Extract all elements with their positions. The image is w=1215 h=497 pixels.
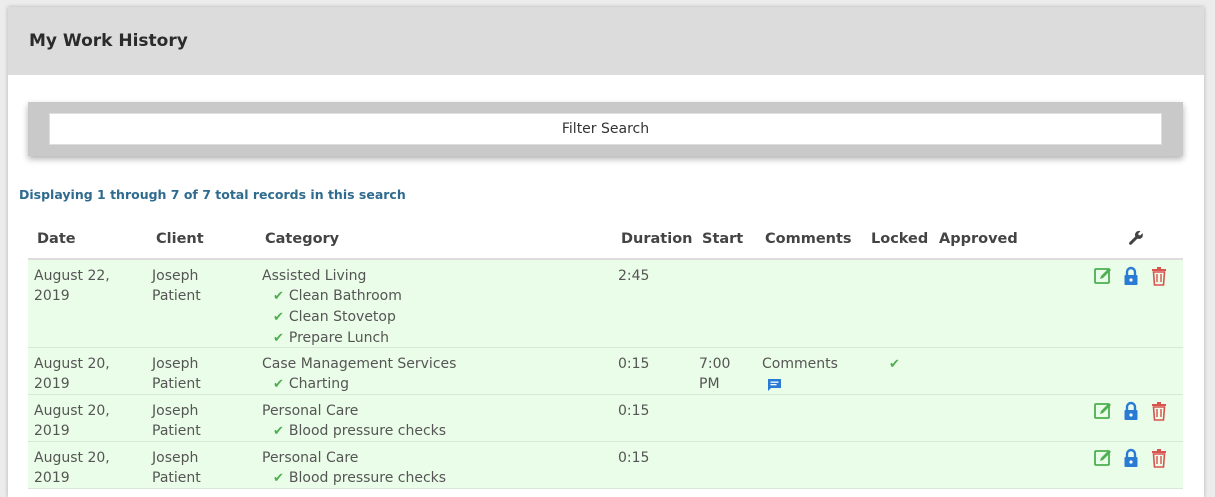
edit-icon[interactable] [1093,401,1113,425]
filter-bar: Filter Search [28,102,1183,156]
column-header-comments[interactable]: Comments [765,231,852,247]
duration-cell: 0:15 [618,403,650,419]
filter-search-button[interactable]: Filter Search [49,113,1162,145]
table-row: August 20, 2019 Joseph Patient Personal … [28,395,1183,442]
table-row: August 22, 2019 Joseph Patient Assisted … [28,260,1183,348]
trash-icon[interactable] [1149,266,1169,290]
column-header-client[interactable]: Client [156,231,204,247]
date-cell: August 20, 2019 [34,450,110,486]
task-item: ✔ Blood pressure checks [273,470,447,486]
category-cell: Assisted Living ✔ Clean Bathroom ✔ Clean S… [262,266,402,349]
locked-check-icon: ✔ [889,357,900,372]
check-icon: ✔ [273,424,284,439]
category-cell: Personal Care ✔ Blood pressure checks [262,401,446,442]
category-cell: Case Management Services ✔ Charting [262,354,456,395]
comments-label: Comments [762,356,838,372]
lock-icon[interactable] [1121,401,1141,425]
comments-cell: Comments [762,354,838,397]
edit-icon[interactable] [1093,448,1113,472]
lock-icon[interactable] [1121,266,1141,290]
row-actions [1093,448,1169,472]
panel-header: My Work History [8,7,1204,75]
category-name: Case Management Services [262,356,457,372]
check-icon: ✔ [273,377,284,392]
task-item: ✔ Prepare Lunch [273,330,390,346]
lock-icon[interactable] [1121,448,1141,472]
duration-cell: 2:45 [618,268,650,284]
row-actions [1093,401,1169,425]
column-header-date[interactable]: Date [37,231,76,247]
comment-icon[interactable] [768,377,838,397]
column-header-duration[interactable]: Duration [621,231,692,247]
row-actions [1093,266,1169,290]
trash-icon[interactable] [1149,401,1169,425]
check-icon: ✔ [273,331,284,346]
category-name: Assisted Living [262,268,367,284]
work-history-panel: My Work History Filter Search Displaying… [8,7,1204,497]
check-icon: ✔ [273,289,284,304]
client-cell: Joseph Patient [152,403,201,439]
client-cell: Joseph Patient [152,356,201,392]
table-row: August 20, 2019 Joseph Patient Case Mana… [28,348,1183,395]
check-icon: ✔ [273,310,284,325]
trash-icon[interactable] [1149,448,1169,472]
records-count-text: Displaying 1 through 7 of 7 total record… [19,187,406,202]
page-title: My Work History [29,31,188,51]
task-item: ✔ Blood pressure checks [273,423,447,439]
date-cell: August 20, 2019 [34,356,110,392]
task-item: ✔ Clean Bathroom [273,288,402,304]
category-cell: Personal Care ✔ Blood pressure checks [262,448,446,489]
column-header-category[interactable]: Category [265,231,339,247]
date-cell: August 22, 2019 [34,268,110,304]
start-cell: 7:00 PM [699,356,731,392]
column-header-approved[interactable]: Approved [939,231,1018,247]
client-cell: Joseph Patient [152,450,201,486]
date-cell: August 20, 2019 [34,403,110,439]
column-header-locked[interactable]: Locked [871,231,928,247]
category-name: Personal Care [262,450,359,466]
duration-cell: 0:15 [618,450,650,466]
task-item: ✔ Charting [273,376,350,392]
wrench-icon [1128,230,1144,250]
work-history-table: Date Client Category Duration Start Comm… [28,221,1183,489]
table-header: Date Client Category Duration Start Comm… [28,221,1183,260]
column-header-start[interactable]: Start [702,231,743,247]
edit-icon[interactable] [1093,266,1113,290]
client-cell: Joseph Patient [152,268,201,304]
task-item: ✔ Clean Stovetop [273,309,396,325]
duration-cell: 0:15 [618,356,650,372]
table-row: August 20, 2019 Joseph Patient Personal … [28,442,1183,489]
category-name: Personal Care [262,403,359,419]
